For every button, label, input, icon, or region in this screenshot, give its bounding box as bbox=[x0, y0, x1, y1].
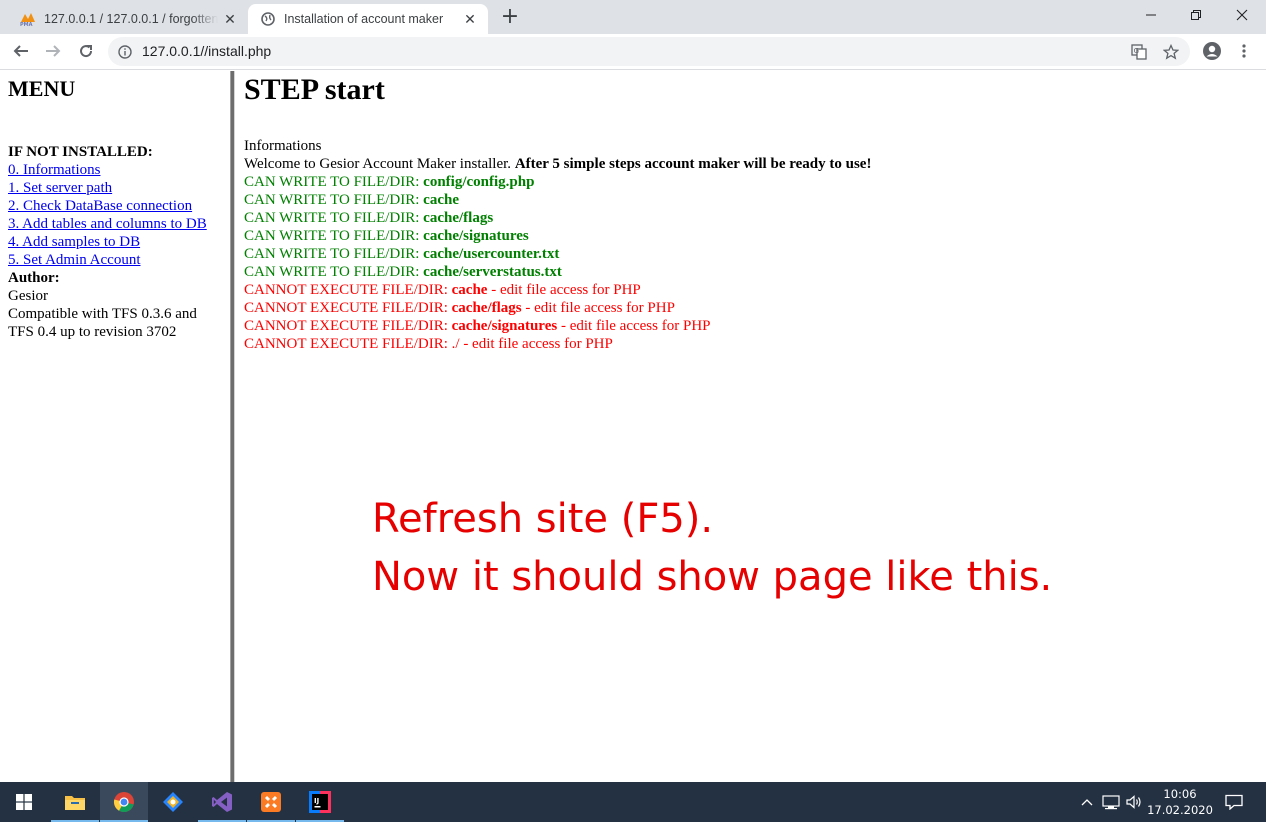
annotation-line-1: Refresh site (F5). bbox=[372, 496, 714, 542]
cannot-execute-line: CANNOT EXECUTE FILE/DIR: ./ - edit file … bbox=[244, 336, 613, 352]
tab-strip: PMA 127.0.0.1 / 127.0.0.1 / forgottenser… bbox=[0, 0, 1266, 34]
can-write-line: CAN WRITE TO FILE/DIR: config/config.php bbox=[244, 174, 535, 190]
compat-line-2: TFS 0.4 up to revision 3702 bbox=[8, 324, 177, 340]
welcome-line: Welcome to Gesior Account Maker installe… bbox=[244, 156, 872, 172]
close-tab-icon[interactable]: ✕ bbox=[218, 7, 242, 31]
tab-title: Installation of account maker bbox=[284, 12, 444, 26]
translate-icon[interactable]: G bbox=[1130, 43, 1148, 61]
new-tab-button[interactable]: + bbox=[497, 6, 523, 30]
bookmark-star-icon[interactable] bbox=[1162, 43, 1180, 61]
url-text[interactable]: 127.0.0.1//install.php bbox=[142, 43, 271, 59]
profile-avatar-icon[interactable] bbox=[1198, 37, 1226, 65]
clock-time: 10:06 bbox=[1163, 787, 1197, 801]
cannot-execute-line: CANNOT EXECUTE FILE/DIR: cache - edit fi… bbox=[244, 282, 641, 298]
taskbar-clock[interactable]: 10:06 17.02.2020 bbox=[1140, 786, 1220, 818]
chevron-up-icon[interactable] bbox=[1078, 782, 1096, 822]
can-write-line: CAN WRITE TO FILE/DIR: cache/serverstatu… bbox=[244, 264, 562, 280]
menu-link-server-path[interactable]: 1. Set server path bbox=[8, 179, 226, 197]
forward-arrow-icon[interactable] bbox=[39, 37, 67, 65]
address-bar[interactable]: 127.0.0.1//install.php G bbox=[108, 37, 1190, 66]
can-write-line: CAN WRITE TO FILE/DIR: cache/flags bbox=[244, 210, 494, 226]
xampp-icon[interactable] bbox=[247, 782, 295, 822]
main-frame: STEP start Informations Welcome to Gesio… bbox=[237, 71, 1266, 782]
tab-phpmyadmin[interactable]: PMA 127.0.0.1 / 127.0.0.1 / forgottenser… bbox=[8, 4, 248, 34]
minimize-button[interactable] bbox=[1129, 0, 1173, 30]
tab-install[interactable]: Installation of account maker ✕ bbox=[248, 4, 488, 34]
menu-heading: MENU bbox=[8, 76, 76, 101]
visual-studio-icon[interactable] bbox=[198, 782, 246, 822]
menu-link-add-samples[interactable]: 4. Add samples to DB bbox=[8, 233, 226, 251]
windows-start-icon[interactable] bbox=[0, 782, 48, 822]
close-window-button[interactable] bbox=[1220, 0, 1264, 30]
globe-icon bbox=[260, 11, 276, 27]
annotation-text: Refresh site (F5). Now it should show pa… bbox=[372, 490, 1052, 606]
install-label: IF NOT INSTALLED: bbox=[8, 144, 153, 160]
can-write-line: CAN WRITE TO FILE/DIR: cache bbox=[244, 192, 459, 208]
intellij-icon[interactable]: IJ bbox=[296, 782, 344, 822]
notifications-icon[interactable] bbox=[1220, 782, 1248, 822]
reload-icon[interactable] bbox=[72, 37, 100, 65]
menu-link-admin-account[interactable]: 5. Set Admin Account bbox=[8, 251, 226, 269]
annotation-line-2: Now it should show page like this. bbox=[372, 554, 1053, 600]
author-label: Author: bbox=[8, 270, 60, 286]
close-tab-icon[interactable]: ✕ bbox=[458, 7, 482, 31]
compat-line-1: Compatible with TFS 0.3.6 and bbox=[8, 306, 197, 322]
svg-text:G: G bbox=[1134, 47, 1139, 55]
cannot-execute-line: CANNOT EXECUTE FILE/DIR: cache/signature… bbox=[244, 318, 711, 334]
cannot-execute-line: CANNOT EXECUTE FILE/DIR: cache/flags - e… bbox=[244, 300, 675, 316]
frame-divider[interactable] bbox=[229, 71, 237, 782]
network-icon[interactable] bbox=[1100, 782, 1122, 822]
svg-text:PMA: PMA bbox=[20, 22, 33, 26]
can-write-line: CAN WRITE TO FILE/DIR: cache/usercounter… bbox=[244, 246, 560, 262]
menu-frame: MENU IF NOT INSTALLED: 0. Informations 1… bbox=[0, 71, 229, 782]
clock-date: 17.02.2020 bbox=[1147, 803, 1213, 817]
browser-toolbar: 127.0.0.1//install.php G bbox=[0, 34, 1266, 70]
phpmyadmin-icon: PMA bbox=[20, 11, 36, 27]
taskbar: IJ 10:06 17.02.2020 bbox=[0, 782, 1266, 822]
menu-link-add-tables[interactable]: 3. Add tables and columns to DB bbox=[8, 215, 226, 233]
chrome-icon[interactable] bbox=[100, 782, 148, 822]
file-explorer-icon[interactable] bbox=[51, 782, 99, 822]
menu-link-db-connection[interactable]: 2. Check DataBase connection bbox=[8, 197, 226, 215]
restore-button[interactable] bbox=[1174, 0, 1218, 30]
menu-body: IF NOT INSTALLED: 0. Informations 1. Set… bbox=[8, 143, 226, 341]
sourcetree-icon[interactable] bbox=[149, 782, 197, 822]
info-icon[interactable] bbox=[118, 44, 132, 59]
can-write-line: CAN WRITE TO FILE/DIR: cache/signatures bbox=[244, 228, 529, 244]
status-lines: Informations Welcome to Gesior Account M… bbox=[244, 137, 1244, 353]
tab-title: 127.0.0.1 / 127.0.0.1 / forgottenserver bbox=[44, 12, 218, 26]
author-name: Gesior bbox=[8, 288, 48, 304]
info-title: Informations bbox=[244, 138, 322, 154]
more-menu-icon[interactable] bbox=[1230, 37, 1258, 65]
svg-text:IJ: IJ bbox=[314, 797, 319, 805]
step-heading: STEP start bbox=[244, 73, 385, 106]
menu-link-informations[interactable]: 0. Informations bbox=[8, 161, 226, 179]
back-arrow-icon[interactable] bbox=[7, 37, 35, 65]
